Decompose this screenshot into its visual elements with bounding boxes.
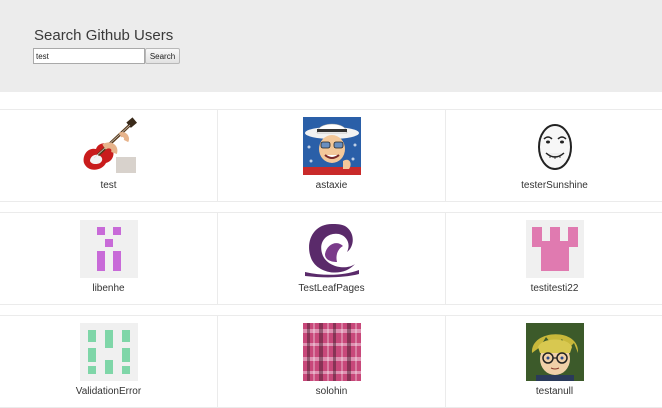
user-card[interactable]: testerSunshine	[445, 109, 662, 202]
user-avatar-leaf[interactable]	[302, 220, 361, 278]
user-login[interactable]: libenhe	[0, 283, 217, 294]
user-login[interactable]: testitesti22	[446, 283, 662, 294]
user-login[interactable]: testanull	[446, 386, 662, 397]
search-input[interactable]	[33, 48, 145, 64]
user-card[interactable]: test	[0, 109, 218, 202]
user-card[interactable]: solohin	[217, 315, 446, 408]
user-login[interactable]: ValidationError	[0, 386, 217, 397]
user-card[interactable]: TestLeafPages	[217, 212, 446, 305]
page-title: Search Github Users	[34, 27, 174, 44]
user-avatar-meme[interactable]	[525, 117, 584, 175]
user-avatar-plaid[interactable]	[302, 323, 361, 381]
user-card[interactable]: testanull	[445, 315, 662, 408]
user-card[interactable]: ValidationError	[0, 315, 218, 408]
user-login[interactable]: TestLeafPages	[218, 283, 445, 294]
user-login[interactable]: testerSunshine	[446, 180, 662, 191]
user-card[interactable]: testitesti22	[445, 212, 662, 305]
user-avatar-cowboy[interactable]	[302, 117, 361, 175]
search-button[interactable]: Search	[145, 48, 180, 64]
user-login[interactable]: solohin	[218, 386, 445, 397]
user-avatar-anime[interactable]	[525, 323, 584, 381]
user-card[interactable]: astaxie	[217, 109, 446, 202]
user-login[interactable]: test	[0, 180, 217, 191]
user-avatar-identicon[interactable]	[79, 220, 138, 278]
user-card[interactable]: libenhe	[0, 212, 218, 305]
user-avatar-guitar[interactable]	[79, 117, 138, 175]
user-avatar-identicon[interactable]	[525, 220, 584, 278]
header: Search Github Users Search	[0, 0, 662, 92]
user-login[interactable]: astaxie	[218, 180, 445, 191]
user-avatar-identicon[interactable]	[79, 323, 138, 381]
